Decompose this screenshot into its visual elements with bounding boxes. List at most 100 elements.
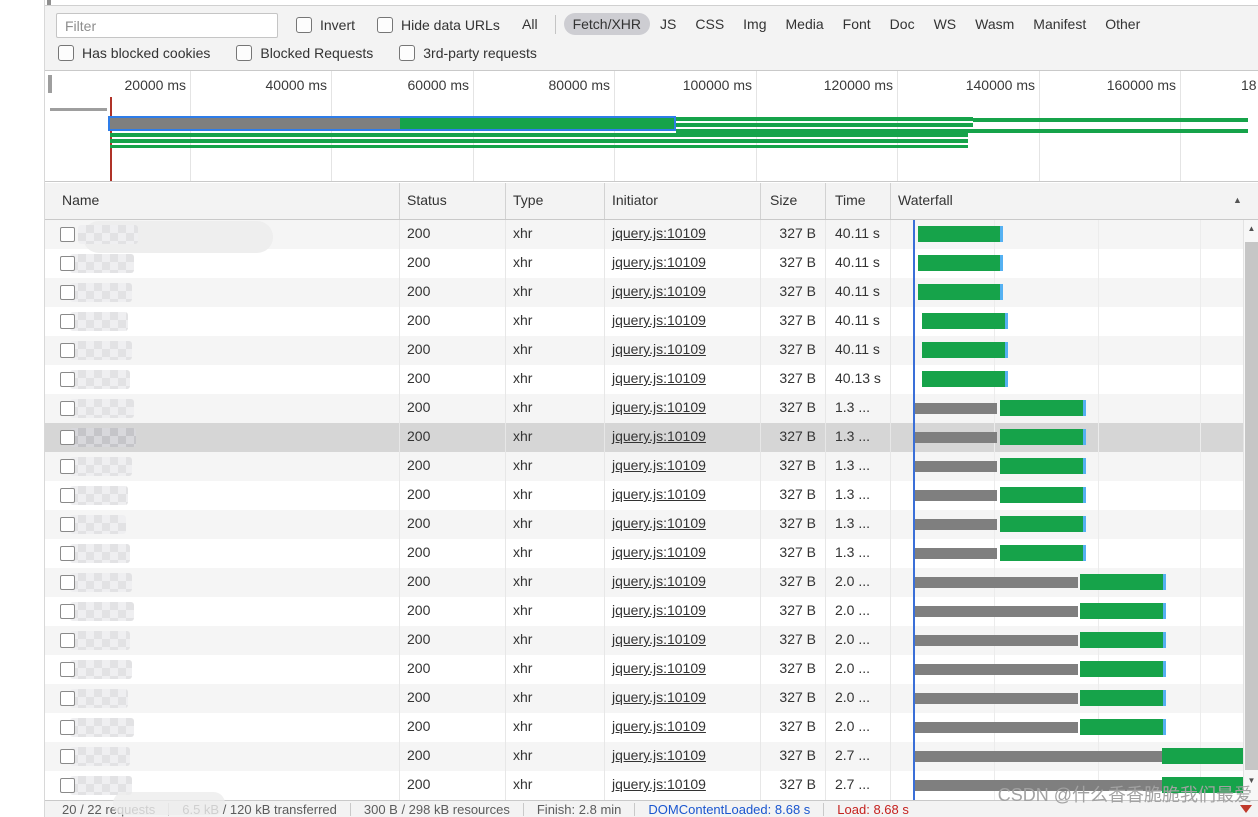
checkbox-group-blocked-requests[interactable]: Blocked Requests [236, 45, 373, 61]
request-checkbox[interactable] [60, 488, 75, 503]
filter-pill-all[interactable]: All [513, 13, 547, 35]
waterfall-bar-green [1000, 429, 1083, 445]
waterfall-bar-blue-cap [1005, 313, 1008, 329]
waterfall-bar-gray [915, 664, 1078, 675]
waterfall-bar-green [922, 371, 1005, 387]
checkbox-label: Has blocked cookies [82, 45, 210, 61]
column-header-name[interactable]: Name [62, 192, 99, 208]
column-header-waterfall[interactable]: Waterfall [898, 192, 953, 208]
checkbox-icon[interactable] [236, 45, 252, 61]
request-checkbox[interactable] [60, 401, 75, 416]
waterfall-bar-blue-cap [1000, 284, 1003, 300]
initiator-link[interactable]: jquery.js:10109 [612, 399, 706, 415]
devtools-network-panel: All Fetch/XHRJSCSSImgMediaFontDocWSWasmMa… [0, 0, 1258, 817]
initiator-link[interactable]: jquery.js:10109 [612, 457, 706, 473]
initiator-link[interactable]: jquery.js:10109 [612, 486, 706, 502]
request-checkbox[interactable] [60, 662, 75, 677]
column-header-size[interactable]: Size [770, 192, 797, 208]
request-checkbox[interactable] [60, 314, 75, 329]
request-checkbox[interactable] [60, 633, 75, 648]
filter-pill-img[interactable]: Img [734, 13, 775, 35]
filter-pill-doc[interactable]: Doc [881, 13, 924, 35]
request-checkbox[interactable] [60, 604, 75, 619]
overview-left-handle [48, 75, 52, 93]
initiator-link[interactable]: jquery.js:10109 [612, 776, 706, 792]
request-checkbox[interactable] [60, 372, 75, 387]
initiator-link[interactable]: jquery.js:10109 [612, 283, 706, 299]
checkbox-group-3rd-party-requests[interactable]: 3rd-party requests [399, 45, 537, 61]
initiator-link[interactable]: jquery.js:10109 [612, 341, 706, 357]
scroll-up-icon[interactable]: ▲ [1244, 224, 1258, 233]
request-checkbox[interactable] [60, 517, 75, 532]
waterfall-bar-blue-cap [1163, 719, 1166, 735]
filter-pill-wasm[interactable]: Wasm [966, 13, 1023, 35]
body-column-separator [825, 220, 826, 800]
filter-pill-fetch-xhr[interactable]: Fetch/XHR [564, 13, 650, 35]
request-checkbox[interactable] [60, 749, 75, 764]
waterfall-bar-blue-cap [1163, 690, 1166, 706]
initiator-link[interactable]: jquery.js:10109 [612, 254, 706, 270]
blurred-name [70, 602, 134, 621]
initiator-link[interactable]: jquery.js:10109 [612, 225, 706, 241]
request-checkbox[interactable] [60, 575, 75, 590]
request-checkbox[interactable] [60, 227, 75, 242]
initiator-link[interactable]: jquery.js:10109 [612, 689, 706, 705]
initiator-link[interactable]: jquery.js:10109 [612, 312, 706, 328]
scrollbar-thumb[interactable] [1245, 242, 1258, 770]
filter-pill-other[interactable]: Other [1096, 13, 1149, 35]
initiator-link[interactable]: jquery.js:10109 [612, 428, 706, 444]
request-checkbox[interactable] [60, 430, 75, 445]
waterfall-bar-blue-cap [1083, 487, 1086, 503]
request-checkbox[interactable] [60, 691, 75, 706]
blurred-name [70, 312, 128, 331]
initiator-link[interactable]: jquery.js:10109 [612, 631, 706, 647]
status-cell: 200 [407, 370, 430, 386]
request-checkbox[interactable] [60, 343, 75, 358]
column-header-status[interactable]: Status [407, 192, 447, 208]
checkbox-group-invert[interactable]: Invert [296, 17, 355, 33]
checkbox-group-has-blocked-cookies[interactable]: Has blocked cookies [58, 45, 210, 61]
vertical-scrollbar[interactable]: ▲▼ [1243, 220, 1258, 800]
initiator-link[interactable]: jquery.js:10109 [612, 573, 706, 589]
request-checkbox[interactable] [60, 778, 75, 793]
type-cell: xhr [513, 660, 532, 676]
blurred-name [70, 254, 134, 273]
time-cell: 2.0 ... [835, 718, 870, 734]
type-cell: xhr [513, 689, 532, 705]
waterfall-bar-gray [915, 606, 1078, 617]
initiator-link[interactable]: jquery.js:10109 [612, 602, 706, 618]
blurred-name [70, 544, 130, 563]
request-checkbox[interactable] [60, 546, 75, 561]
initiator-link[interactable]: jquery.js:10109 [612, 747, 706, 763]
initiator-link[interactable]: jquery.js:10109 [612, 370, 706, 386]
network-overview-timeline[interactable]: 20000 ms40000 ms60000 ms80000 ms100000 m… [45, 71, 1258, 182]
column-header-type[interactable]: Type [513, 192, 543, 208]
checkbox-group-hide-data-urls[interactable]: Hide data URLs [377, 17, 500, 33]
checkbox-icon[interactable] [296, 17, 312, 33]
time-cell: 2.0 ... [835, 573, 870, 589]
filter-pill-ws[interactable]: WS [925, 13, 966, 35]
checkbox-icon[interactable] [399, 45, 415, 61]
status-cell: 200 [407, 747, 430, 763]
column-header-initiator[interactable]: Initiator [612, 192, 658, 208]
checkbox-icon[interactable] [377, 17, 393, 33]
column-header-time[interactable]: Time [835, 192, 866, 208]
request-checkbox[interactable] [60, 720, 75, 735]
initiator-link[interactable]: jquery.js:10109 [612, 544, 706, 560]
initiator-link[interactable]: jquery.js:10109 [612, 718, 706, 734]
filter-pill-media[interactable]: Media [777, 13, 833, 35]
initiator-link[interactable]: jquery.js:10109 [612, 660, 706, 676]
filter-pill-css[interactable]: CSS [686, 13, 733, 35]
filter-pill-font[interactable]: Font [834, 13, 880, 35]
time-cell: 2.0 ... [835, 631, 870, 647]
checkbox-icon[interactable] [58, 45, 74, 61]
request-checkbox[interactable] [60, 285, 75, 300]
initiator-link[interactable]: jquery.js:10109 [612, 515, 706, 531]
status-cell: 200 [407, 602, 430, 618]
overview-tick-label: 60000 ms [359, 77, 469, 93]
request-checkbox[interactable] [60, 256, 75, 271]
filter-input[interactable] [56, 13, 278, 38]
filter-pill-manifest[interactable]: Manifest [1024, 13, 1095, 35]
request-checkbox[interactable] [60, 459, 75, 474]
filter-pill-js[interactable]: JS [651, 13, 685, 35]
